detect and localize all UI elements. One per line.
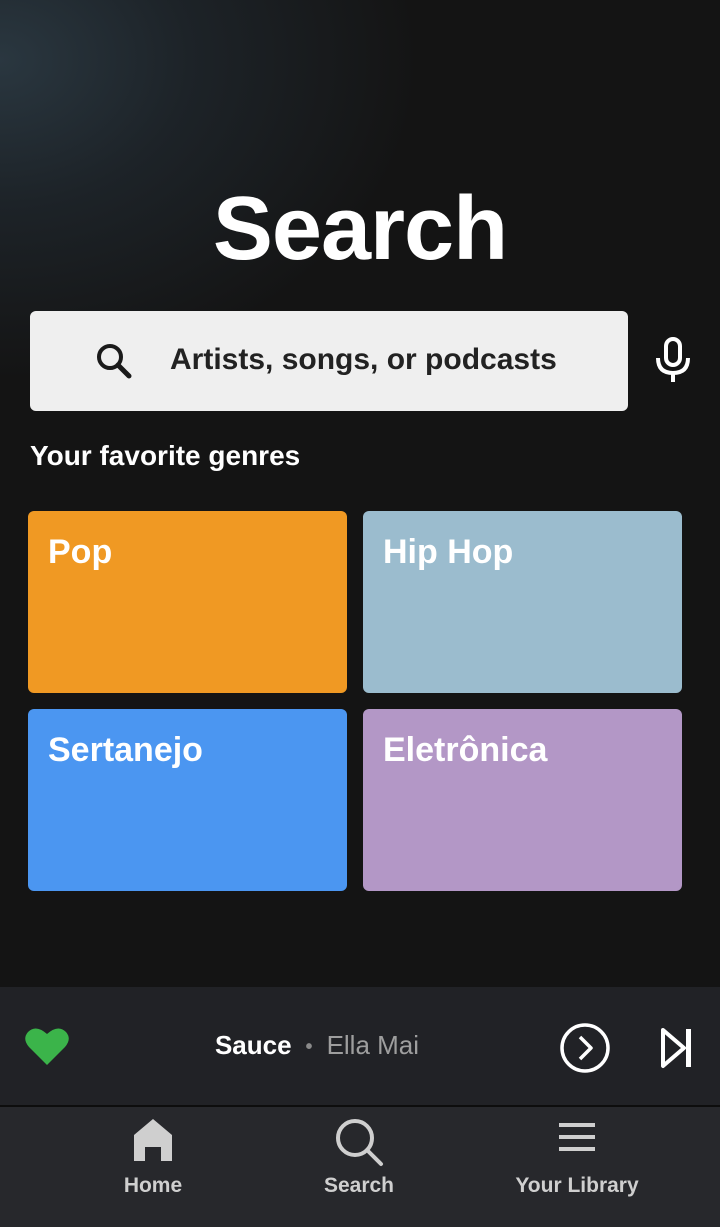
nav-item-home[interactable]: Home xyxy=(33,1107,273,1227)
genre-tile-label: Eletrônica xyxy=(383,731,548,769)
genre-tile-label: Sertanejo xyxy=(48,731,203,769)
genre-tile-label: Pop xyxy=(48,533,113,571)
now-playing-track[interactable]: Sauce • Ella Mai xyxy=(0,1030,634,1061)
genre-tile-eletronica[interactable]: Eletrônica xyxy=(363,709,682,891)
track-title: Sauce xyxy=(214,1030,292,1060)
genre-tile-pop[interactable]: Pop xyxy=(28,511,347,693)
search-icon xyxy=(97,344,132,379)
library-icon xyxy=(559,1123,595,1151)
microphone-icon[interactable] xyxy=(652,336,694,384)
home-icon xyxy=(134,1119,172,1161)
genre-tile-label: Hip Hop xyxy=(383,533,514,571)
track-artist: Ella Mai xyxy=(326,1030,420,1060)
nav-item-search[interactable]: Search xyxy=(239,1107,479,1227)
track-separator: • xyxy=(305,1035,313,1058)
nav-item-library[interactable]: Your Library xyxy=(457,1107,697,1227)
nav-label-home: Home xyxy=(123,1174,183,1197)
favorite-genres-heading: Your favorite genres xyxy=(30,440,301,471)
nav-label-search: Search xyxy=(323,1174,395,1197)
genre-tile-sertanejo[interactable]: Sertanejo xyxy=(28,709,347,891)
nav-label-library: Your Library xyxy=(515,1174,639,1197)
page-title: Search xyxy=(212,179,508,279)
search-icon xyxy=(336,1119,383,1166)
genre-tile-hip-hop[interactable]: Hip Hop xyxy=(363,511,682,693)
bottom-nav: Home Search Your Library xyxy=(0,1107,720,1227)
search-input[interactable]: Artists, songs, or podcasts xyxy=(30,311,628,411)
connect-device-icon[interactable] xyxy=(559,1022,611,1074)
skip-next-icon[interactable] xyxy=(660,1026,694,1070)
search-placeholder: Artists, songs, or podcasts xyxy=(170,343,557,376)
